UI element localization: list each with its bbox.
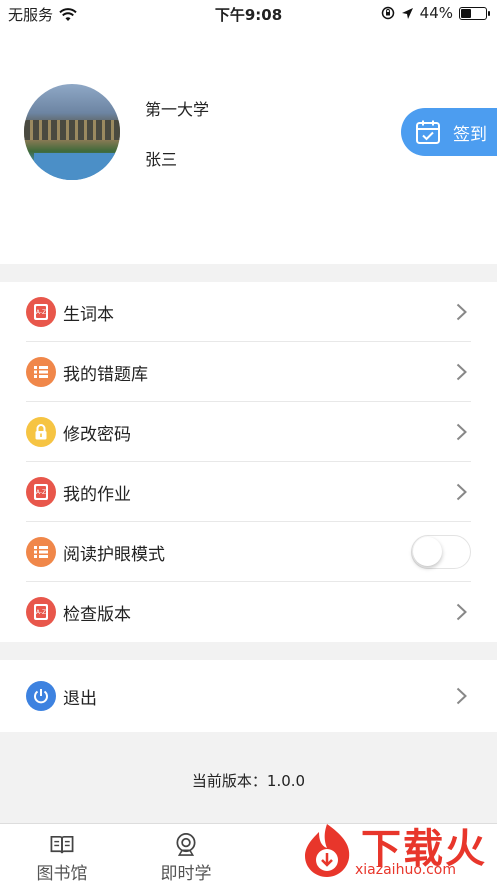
menu-item-my-homework[interactable]: A-Z 我的作业: [0, 462, 497, 522]
flame-logo-icon: [305, 824, 350, 877]
settings-menu: A-Z 生词本 我的错题库 修改密码 A-Z 我的作业 阅读护眼模式 A-Z 检…: [0, 282, 497, 642]
chevron-right-icon: [456, 303, 467, 321]
location-icon: [401, 7, 413, 19]
logout-section: 退出: [0, 660, 497, 732]
svg-text:A-Z: A-Z: [36, 609, 46, 616]
chevron-right-icon: [456, 603, 467, 621]
profile-header: 第一大学 张三 签到: [0, 26, 497, 264]
signin-button[interactable]: 签到: [401, 108, 497, 156]
menu-item-label: 退出: [63, 688, 97, 709]
tab-library[interactable]: 图书馆: [0, 824, 124, 883]
list-icon: [26, 357, 56, 387]
chevron-right-icon: [456, 687, 467, 705]
status-bar: 无服务 下午9:08 44%: [0, 0, 497, 26]
menu-item-logout[interactable]: 退出: [0, 660, 497, 732]
lock-icon: [26, 417, 56, 447]
list-icon: [26, 537, 56, 567]
power-icon: [26, 681, 56, 711]
user-name: 张三: [145, 150, 178, 169]
chevron-right-icon: [456, 363, 467, 381]
version-text: 当前版本：1.0.0: [191, 772, 306, 790]
toggle-knob: [413, 537, 442, 566]
svg-text:A-Z: A-Z: [36, 489, 46, 496]
menu-item-label: 阅读护眼模式: [63, 544, 165, 565]
menu-item-change-password[interactable]: 修改密码: [0, 402, 497, 462]
battery-icon: [459, 6, 490, 20]
menu-item-label: 我的作业: [63, 484, 131, 505]
watermark: 下载火 xiazaihuo.com: [297, 816, 497, 883]
menu-item-check-version[interactable]: A-Z 检查版本: [0, 582, 497, 642]
webcam-icon: [176, 833, 196, 856]
calendar-check-icon: [416, 120, 440, 144]
tab-label: 图书馆: [36, 864, 88, 883]
dictionary-icon: A-Z: [26, 477, 56, 507]
svg-text:A-Z: A-Z: [36, 309, 46, 316]
school-name: 第一大学: [145, 100, 210, 119]
battery-percent: 44%: [419, 4, 453, 22]
tab-label: 即时学: [160, 864, 212, 883]
menu-item-vocabulary[interactable]: A-Z 生词本: [0, 282, 497, 342]
book-icon: [50, 835, 74, 854]
dictionary-icon: A-Z: [26, 297, 56, 327]
orientation-lock-icon: [381, 6, 394, 20]
signin-label: 签到: [453, 124, 487, 145]
chevron-right-icon: [456, 423, 467, 441]
watermark-url: xiazaihuo.com: [355, 862, 456, 878]
menu-item-label: 生词本: [63, 304, 114, 325]
menu-item-wrong-questions[interactable]: 我的错题库: [0, 342, 497, 402]
menu-item-label: 检查版本: [63, 604, 131, 625]
tab-instant-learn[interactable]: 即时学: [124, 824, 248, 883]
avatar[interactable]: [24, 84, 120, 180]
menu-item-label: 修改密码: [63, 424, 131, 445]
chevron-right-icon: [456, 483, 467, 501]
dictionary-icon: A-Z: [26, 597, 56, 627]
eye-care-toggle[interactable]: [411, 535, 471, 569]
menu-item-label: 我的错题库: [63, 364, 148, 385]
menu-item-eye-care-mode: 阅读护眼模式: [0, 522, 497, 582]
